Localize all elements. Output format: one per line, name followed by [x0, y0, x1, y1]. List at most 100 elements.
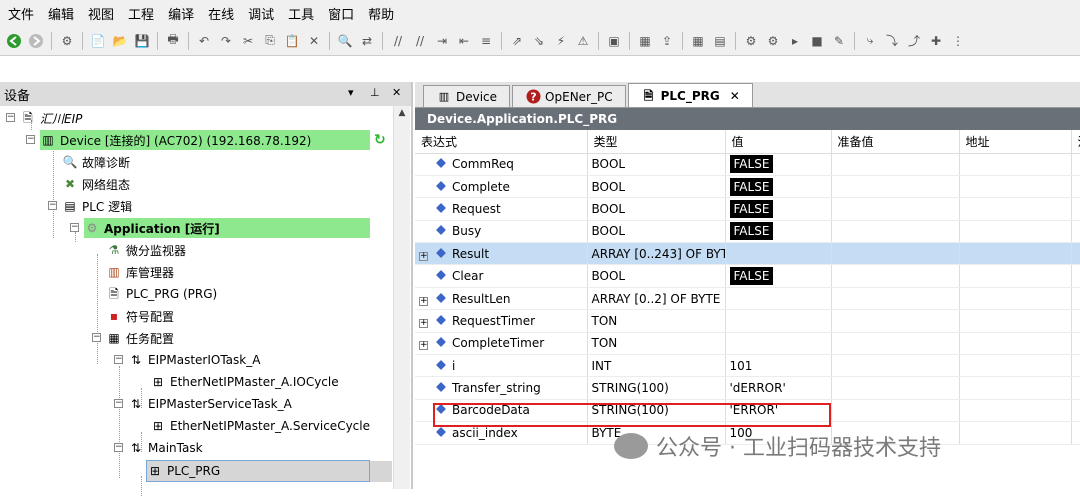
col-prepared-value[interactable]: 准备值	[831, 130, 960, 154]
edit-icon[interactable]: ✎	[829, 31, 849, 51]
breakpoint-icon[interactable]: ✚	[926, 31, 946, 51]
table-row[interactable]: Busy BOOL FALSE	[415, 220, 1080, 244]
menu-view[interactable]: 视图	[88, 4, 114, 23]
collapse-toggle[interactable]: −	[92, 333, 101, 342]
table-row[interactable]: Request BOOL FALSE	[415, 197, 1080, 221]
menu-window[interactable]: 窗口	[328, 4, 354, 23]
table-row[interactable]: i INT 101	[415, 354, 1080, 378]
tree-item-library[interactable]: ▥ 库管理器	[106, 262, 174, 282]
menu-tools[interactable]: 工具	[288, 4, 314, 23]
cut-icon[interactable]: ✂	[238, 31, 258, 51]
table-row[interactable]: BarcodeData STRING(100) 'ERROR'	[415, 399, 1080, 423]
col-address[interactable]: 地址	[959, 130, 1072, 154]
table-icon[interactable]: ▤	[710, 31, 730, 51]
expand-toggle[interactable]: +	[419, 341, 428, 351]
prepared-value-cell[interactable]	[831, 175, 960, 199]
outdent-icon[interactable]: ⇤	[454, 31, 474, 51]
table-row[interactable]: + Result ARRAY [0..243] OF BYTE	[415, 242, 1080, 266]
scroll-up-icon[interactable]: ▲	[394, 106, 410, 118]
expand-toggle[interactable]: +	[419, 318, 428, 328]
tree-item-monitor[interactable]: ⚗ 微分监视器	[106, 240, 186, 260]
new-file-icon[interactable]: 📄	[88, 31, 108, 51]
tab-close-icon[interactable]: ✕	[730, 89, 740, 103]
prepared-value-cell[interactable]	[831, 264, 960, 288]
table-row[interactable]: Transfer_string STRING(100) 'dERROR'	[415, 376, 1080, 400]
export-icon[interactable]: ⇪	[657, 31, 677, 51]
expression-cell[interactable]: BarcodeData	[415, 399, 588, 423]
collapse-toggle[interactable]: −	[114, 355, 123, 364]
menu-debug[interactable]: 调试	[248, 4, 274, 23]
table-row[interactable]: + CompleteTimer TON	[415, 332, 1080, 356]
settings-icon[interactable]: ⚙	[741, 31, 761, 51]
print-icon[interactable]: 🖶	[163, 31, 183, 51]
prepared-value-cell[interactable]	[831, 354, 960, 378]
tree-item-network[interactable]: ✖ 网络组态	[62, 174, 130, 194]
prepared-value-cell[interactable]	[831, 220, 960, 244]
logout-icon[interactable]: ⇘	[529, 31, 549, 51]
table-row[interactable]: Complete BOOL FALSE	[415, 175, 1080, 199]
tab-opener-pc[interactable]: ? OpENer_PC	[512, 85, 626, 107]
expression-cell[interactable]: CommReq	[415, 153, 588, 176]
menu-online[interactable]: 在线	[208, 4, 234, 23]
prepared-value-cell[interactable]	[831, 287, 960, 311]
tree-item-task-config[interactable]: ▦ 任务配置	[106, 328, 174, 348]
step-out-icon[interactable]: ⤴	[904, 31, 924, 51]
collapse-toggle[interactable]: −	[114, 443, 123, 452]
copy-icon[interactable]: ⎘	[260, 31, 280, 51]
online-icon[interactable]: ⚡	[551, 31, 571, 51]
login-icon[interactable]: ⇗	[507, 31, 527, 51]
delete-icon[interactable]: ✕	[304, 31, 324, 51]
expand-toggle[interactable]: +	[419, 296, 428, 306]
tab-device[interactable]: ▥ Device	[423, 85, 511, 107]
menu-project[interactable]: 工程	[128, 4, 154, 23]
format-icon[interactable]: ≡	[476, 31, 496, 51]
menu-edit[interactable]: 编辑	[48, 4, 74, 23]
expression-cell[interactable]: Busy	[415, 220, 588, 244]
settings-stop-icon[interactable]: ⚙	[763, 31, 783, 51]
collapse-toggle[interactable]: −	[48, 201, 57, 210]
tree-item-task2[interactable]: ⇅ EIPMasterServiceTask_A	[128, 394, 292, 414]
collapse-toggle[interactable]: −	[114, 399, 123, 408]
expand-toggle[interactable]: +	[419, 251, 428, 261]
tree-item-task1[interactable]: ⇅ EIPMasterIOTask_A	[128, 350, 260, 370]
tree-item-plc-logic[interactable]: ▤ PLC 逻辑	[62, 196, 132, 216]
tree-item-task2-call[interactable]: ⊞ EtherNetIPMaster_A.ServiceCycle	[150, 416, 370, 436]
run-icon[interactable]: ▸	[785, 31, 805, 51]
offline-icon[interactable]: ⚠	[573, 31, 593, 51]
close-icon[interactable]: ✕	[392, 86, 401, 99]
prepared-value-cell[interactable]	[831, 153, 960, 176]
col-type[interactable]: 类型	[587, 130, 726, 154]
prepared-value-cell[interactable]	[831, 332, 960, 356]
collapse-toggle[interactable]: −	[26, 135, 35, 144]
tree-item-application[interactable]: ⚙ Application [运行]	[84, 218, 370, 238]
expression-cell[interactable]: + RequestTimer	[415, 309, 588, 333]
expression-cell[interactable]: Transfer_string	[415, 376, 588, 400]
prepared-value-cell[interactable]	[831, 399, 960, 423]
tree-item-plc-prg[interactable]: 🗎 PLC_PRG (PRG)	[106, 284, 217, 304]
uncomment-icon[interactable]: //	[410, 31, 430, 51]
expression-cell[interactable]: + CompleteTimer	[415, 332, 588, 356]
replace-icon[interactable]: ⇄	[357, 31, 377, 51]
col-value[interactable]: 值	[725, 130, 832, 154]
menu-help[interactable]: 帮助	[368, 4, 394, 23]
find-icon[interactable]: 🔍	[335, 31, 355, 51]
expression-cell[interactable]: i	[415, 354, 588, 378]
tree-item-symbol[interactable]: ▪ 符号配置	[106, 306, 174, 326]
tab-plc-prg[interactable]: 🗎 PLC_PRG ✕	[627, 83, 753, 107]
menu-file[interactable]: 文件	[8, 4, 34, 23]
expression-cell[interactable]: Complete	[415, 175, 588, 199]
expression-cell[interactable]: + ResultLen	[415, 287, 588, 311]
back-icon[interactable]	[4, 31, 24, 51]
tree-item-task3[interactable]: ⇅ MainTask	[128, 438, 203, 458]
step-into-icon[interactable]: ⤷	[860, 31, 880, 51]
expression-cell[interactable]: + Result	[415, 242, 588, 266]
collapse-toggle[interactable]: −	[70, 223, 79, 232]
pin-icon[interactable]: ⊥	[370, 86, 380, 99]
window-icon[interactable]: ▣	[604, 31, 624, 51]
col-comment[interactable]: 注	[1071, 130, 1080, 154]
expression-cell[interactable]: Request	[415, 197, 588, 221]
prepared-value-cell[interactable]	[831, 242, 960, 266]
table-row[interactable]: CommReq BOOL FALSE	[415, 153, 1080, 176]
paste-icon[interactable]: 📋	[282, 31, 302, 51]
prepared-value-cell[interactable]	[831, 376, 960, 400]
